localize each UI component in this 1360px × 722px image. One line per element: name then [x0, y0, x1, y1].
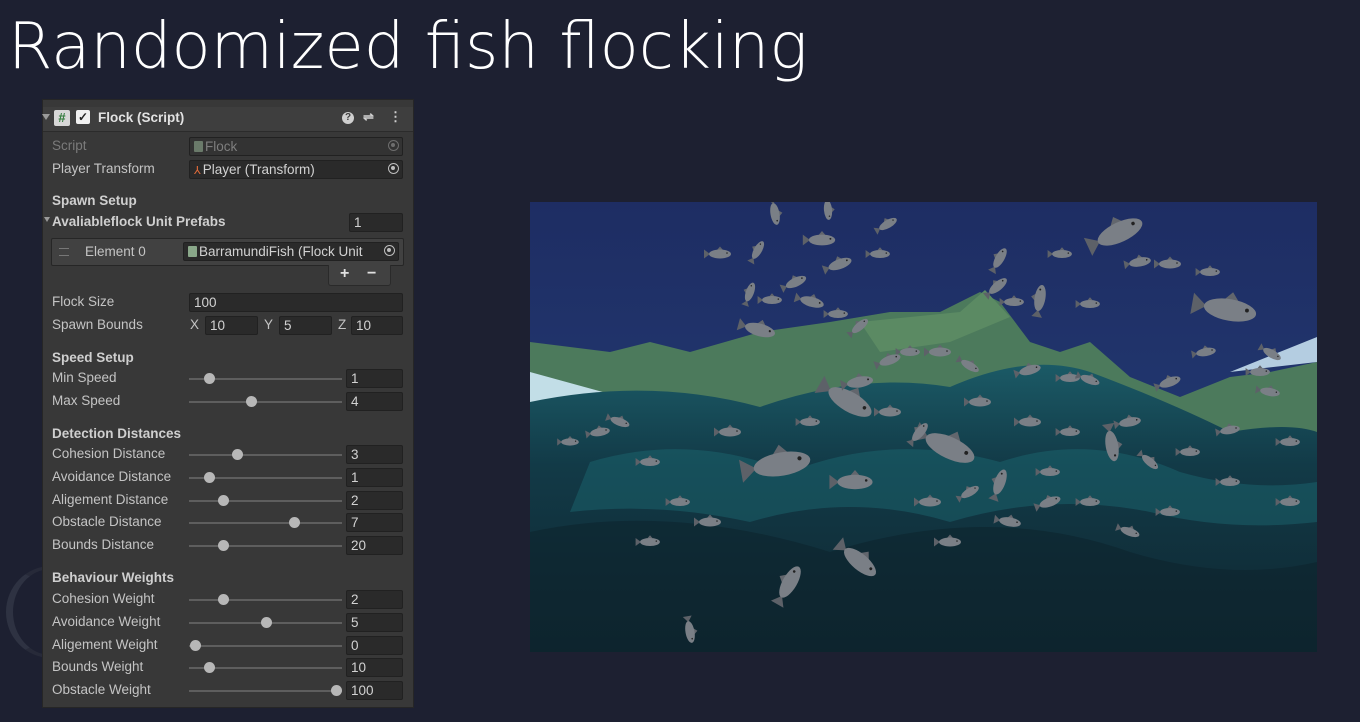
- component-header[interactable]: # ✓ Flock (Script) ? ⇌ ⋮: [42, 107, 413, 132]
- avoidance-distance-label: Avoidance Distance: [52, 468, 172, 484]
- script-hash-icon: #: [54, 110, 70, 126]
- inspector-panel: # ✓ Flock (Script) ? ⇌ ⋮ Script Flock Pl…: [42, 100, 413, 707]
- speed-setup-heading: Speed Setup: [52, 350, 134, 365]
- prefab-script-icon: [188, 246, 197, 257]
- cohesion-weight-value-field[interactable]: 2: [346, 590, 403, 609]
- obstacle-weight-slider[interactable]: [189, 685, 342, 697]
- max-speed-slider-handle[interactable]: [246, 395, 258, 407]
- script-label: Script: [52, 138, 87, 153]
- slide-title: Randomized fish flocking: [8, 10, 808, 84]
- list-foldout-arrow-icon[interactable]: [44, 217, 50, 222]
- bounds-z-field[interactable]: 10: [351, 316, 403, 335]
- aligement-weight-value-field[interactable]: 0: [346, 635, 403, 655]
- script-field[interactable]: Flock: [189, 137, 403, 156]
- add-element-button[interactable]: +: [340, 265, 349, 283]
- bounds-weight-value-field[interactable]: 10: [346, 658, 403, 678]
- bounds-x-field[interactable]: 10: [205, 316, 258, 335]
- player-transform-field[interactable]: ⅄ Player (Transform): [189, 160, 403, 179]
- avoidance-weight-label: Avoidance Weight: [52, 613, 161, 629]
- bounds-distance-slider-handle[interactable]: [218, 540, 230, 552]
- aligement-distance-label: Aligement Distance: [52, 491, 169, 507]
- obstacle-distance-value-field[interactable]: 7: [346, 513, 403, 533]
- underwater-scene: [530, 202, 1317, 652]
- remove-element-button[interactable]: −: [367, 265, 376, 283]
- aligement-distance-slider-handle[interactable]: [218, 494, 230, 506]
- detection-distances-heading: Detection Distances: [52, 426, 182, 441]
- element-0-field[interactable]: BarramundiFish (Flock Unit: [183, 242, 399, 261]
- player-transform-value: Player (Transform): [202, 162, 315, 177]
- prefabs-list: Element 0 BarramundiFish (Flock Unit: [51, 238, 404, 266]
- bounds-y-label[interactable]: Y: [264, 317, 273, 332]
- transform-icon: ⅄: [194, 165, 201, 177]
- obstacle-weight-slider-handle[interactable]: [331, 685, 342, 697]
- aligement-weight-slider[interactable]: [189, 639, 342, 651]
- bounds-weight-slider-handle[interactable]: [204, 662, 216, 674]
- max-speed-value-field[interactable]: 4: [346, 391, 403, 411]
- script-value: Flock: [205, 139, 238, 154]
- cohesion-distance-label: Cohesion Distance: [52, 446, 166, 461]
- object-picker-icon[interactable]: [388, 163, 399, 174]
- max-speed-slider[interactable]: [189, 395, 342, 407]
- obstacle-weight-value-field[interactable]: 100: [346, 681, 403, 701]
- avoidance-weight-slider[interactable]: [189, 616, 342, 628]
- object-picker-icon[interactable]: [388, 140, 399, 151]
- aligement-weight-label: Aligement Weight: [52, 636, 158, 652]
- min-speed-slider-handle[interactable]: [204, 373, 216, 384]
- player-transform-label: Player Transform: [52, 161, 155, 176]
- flock-size-field[interactable]: 100: [189, 293, 403, 312]
- avoidance-distance-slider-handle[interactable]: [204, 471, 216, 483]
- min-speed-label: Min Speed: [52, 370, 117, 385]
- behaviour-weights-heading: Behaviour Weights: [52, 570, 175, 585]
- max-speed-label: Max Speed: [52, 392, 121, 408]
- cohesion-weight-label: Cohesion Weight: [52, 591, 155, 606]
- foldout-arrow-icon[interactable]: [42, 114, 50, 120]
- list-buttons: + −: [328, 265, 391, 286]
- avoidance-weight-slider-handle[interactable]: [260, 616, 272, 628]
- avoidance-distance-slider[interactable]: [189, 471, 342, 483]
- cohesion-distance-value-field[interactable]: 3: [346, 445, 403, 464]
- bounds-distance-label: Bounds Distance: [52, 537, 155, 553]
- bounds-distance-value-field[interactable]: 20: [346, 536, 403, 556]
- bounds-z-label[interactable]: Z: [338, 317, 346, 332]
- min-speed-value-field[interactable]: 1: [346, 369, 403, 388]
- component-title: Flock (Script): [98, 110, 185, 125]
- cohesion-distance-slider-handle[interactable]: [232, 449, 244, 460]
- avoidance-weight-value-field[interactable]: 5: [346, 612, 403, 632]
- obstacle-distance-slider[interactable]: [189, 517, 342, 529]
- obstacle-weight-label: Obstacle Weight: [52, 682, 151, 698]
- obstacle-distance-label: Obstacle Distance: [52, 514, 162, 530]
- component-enabled-checkbox[interactable]: ✓: [76, 110, 90, 124]
- bounds-x-label[interactable]: X: [190, 317, 199, 332]
- obstacle-distance-slider-handle[interactable]: [288, 517, 300, 529]
- min-speed-slider[interactable]: [189, 373, 342, 384]
- prefabs-count-field[interactable]: 1: [349, 213, 403, 232]
- spawn-setup-heading: Spawn Setup: [52, 193, 137, 208]
- object-picker-icon[interactable]: [384, 245, 395, 256]
- game-view[interactable]: [530, 202, 1317, 652]
- element-label: Element 0: [85, 244, 146, 259]
- bounds-y-field[interactable]: 5: [279, 316, 332, 335]
- kebab-menu-icon[interactable]: ⋮: [389, 109, 402, 125]
- bounds-weight-label: Bounds Weight: [52, 659, 144, 675]
- spawn-bounds-label: Spawn Bounds: [52, 317, 143, 332]
- preset-icon[interactable]: ⇌: [363, 109, 374, 125]
- help-icon[interactable]: ?: [342, 112, 354, 124]
- prefabs-label[interactable]: Avaliableflock Unit Prefabs: [52, 214, 226, 229]
- bounds-distance-slider[interactable]: [189, 540, 342, 552]
- aligement-distance-value-field[interactable]: 2: [346, 490, 403, 510]
- element-value: BarramundiFish (Flock Unit: [199, 244, 363, 259]
- flock-size-label: Flock Size: [52, 294, 115, 309]
- aligement-weight-slider-handle[interactable]: [190, 639, 201, 651]
- aligement-distance-slider[interactable]: [189, 494, 342, 506]
- script-asset-icon: [194, 141, 203, 152]
- avoidance-distance-value-field[interactable]: 1: [346, 467, 403, 487]
- bounds-weight-slider[interactable]: [189, 662, 342, 674]
- drag-handle-icon[interactable]: [59, 248, 69, 256]
- cohesion-weight-slider[interactable]: [189, 594, 342, 605]
- cohesion-weight-slider-handle[interactable]: [218, 594, 230, 605]
- cohesion-distance-slider[interactable]: [189, 449, 342, 460]
